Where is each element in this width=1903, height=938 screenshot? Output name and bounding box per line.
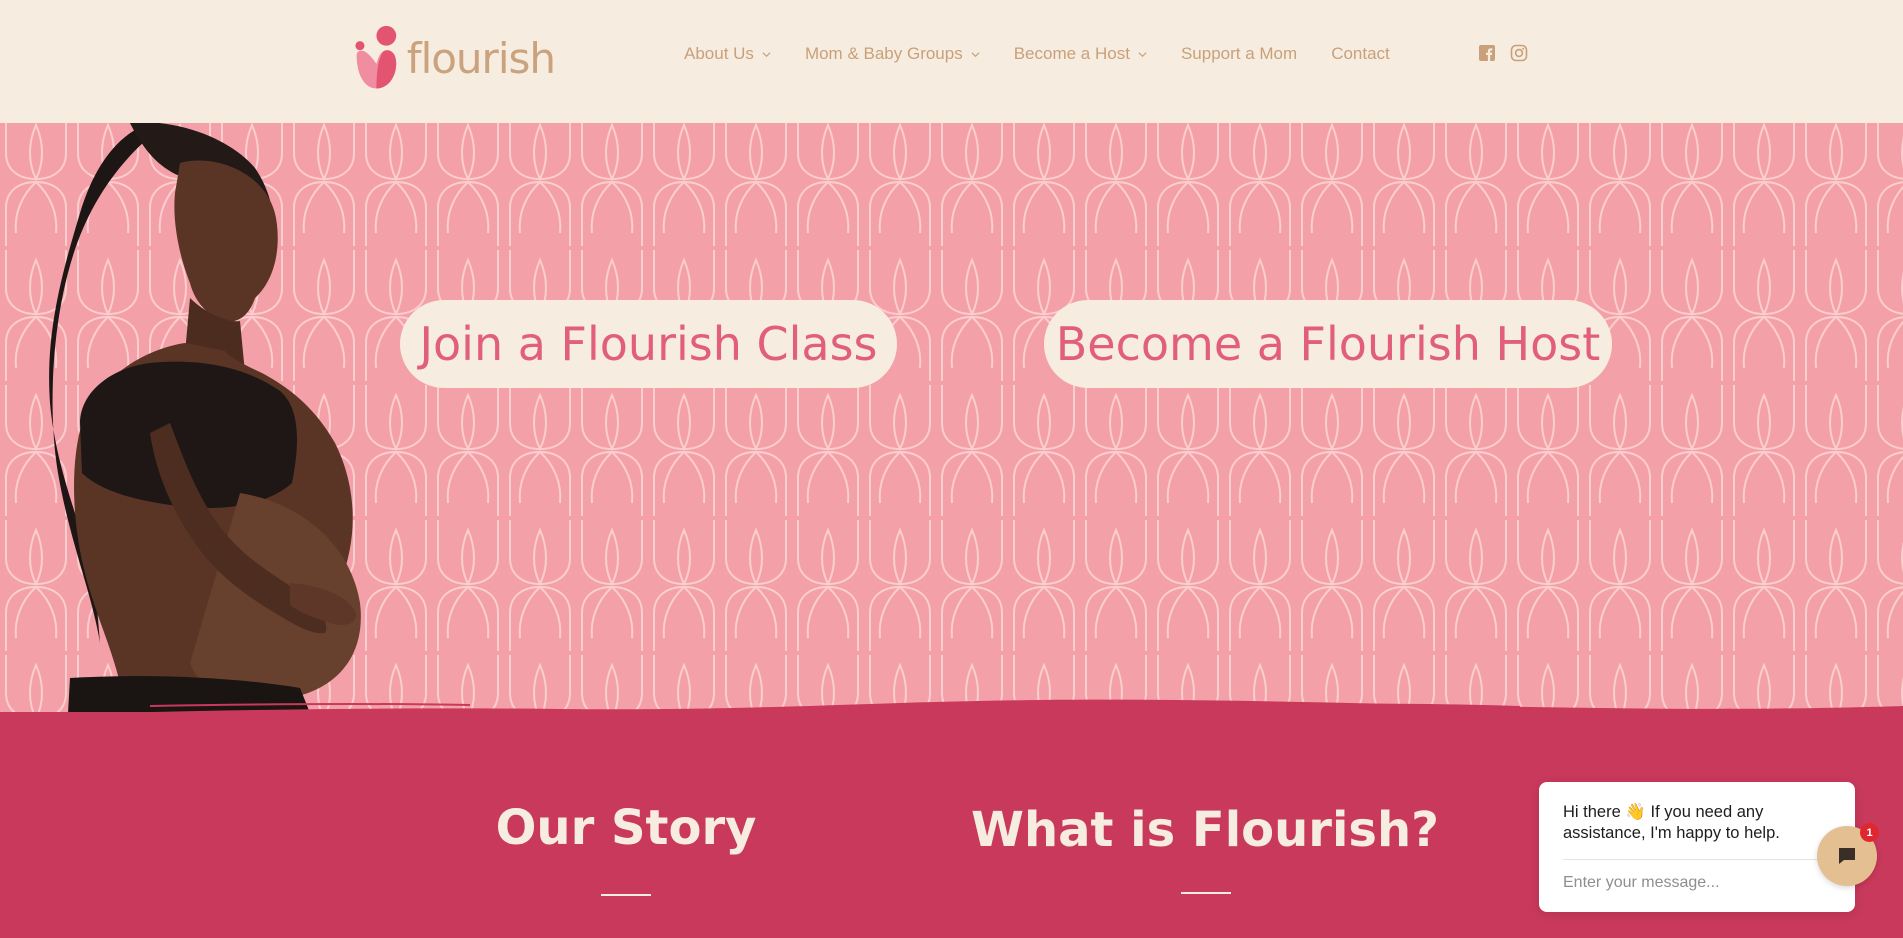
social-links xyxy=(1478,44,1542,62)
nav-item-about-us[interactable]: About Us xyxy=(684,44,771,64)
chevron-down-icon xyxy=(1138,51,1147,57)
nav-item-label: Contact xyxy=(1331,44,1390,63)
nav-item-become-a-host[interactable]: Become a Host xyxy=(1014,44,1147,64)
facebook-icon[interactable] xyxy=(1478,44,1496,62)
instagram-icon[interactable] xyxy=(1510,44,1528,62)
nav-item-contact[interactable]: Contact xyxy=(1331,44,1390,64)
pregnant-woman-photo xyxy=(49,123,361,713)
chat-separator xyxy=(1563,859,1831,860)
hero-banner: Join a Flourish Class Become a Flourish … xyxy=(0,123,1903,713)
nav-item-mom-baby-groups[interactable]: Mom & Baby Groups xyxy=(805,44,980,64)
nav-item-label: About Us xyxy=(684,44,754,63)
site-header: flourish About Us Mom & Baby Groups Beco… xyxy=(0,0,1903,123)
heading-divider xyxy=(1181,892,1231,894)
flourish-logo[interactable]: flourish xyxy=(355,18,556,98)
chat-message-input[interactable] xyxy=(1563,874,1831,892)
nav-item-label: Become a Host xyxy=(1013,44,1130,63)
chat-greeting: Hi there 👋 If you need any assistance, I… xyxy=(1563,803,1780,842)
main-nav: About Us Mom & Baby Groups Become a Host… xyxy=(684,44,1424,64)
join-class-button[interactable]: Join a Flourish Class xyxy=(400,300,897,388)
nav-item-support-a-mom[interactable]: Support a Mom xyxy=(1181,44,1297,64)
our-story-heading: Our Story xyxy=(495,800,757,856)
become-host-button[interactable]: Become a Flourish Host xyxy=(1044,300,1612,388)
nav-item-label: Mom & Baby Groups xyxy=(804,44,963,63)
unread-badge: 1 xyxy=(1860,823,1879,842)
chat-bubble-icon xyxy=(1839,848,1855,864)
logo-mark-icon xyxy=(355,25,397,89)
chevron-down-icon xyxy=(971,51,980,57)
logo-wordmark: flourish xyxy=(406,33,556,83)
nav-item-label: Support a Mom xyxy=(1180,44,1298,63)
what-is-flourish-heading: What is Flourish? xyxy=(971,802,1439,858)
chevron-down-icon xyxy=(762,51,771,57)
heading-divider xyxy=(601,894,651,896)
chat-popup: Hi there 👋 If you need any assistance, I… xyxy=(1539,782,1855,912)
waving-hand-icon: 👋 xyxy=(1625,803,1646,821)
